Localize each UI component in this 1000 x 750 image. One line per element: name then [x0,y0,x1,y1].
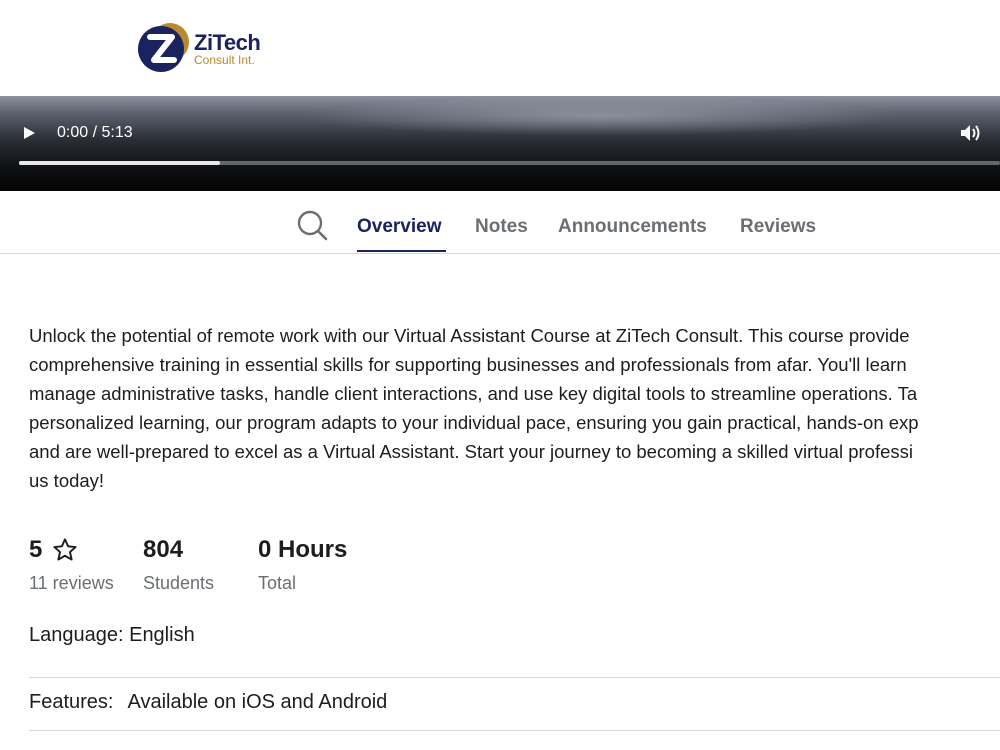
time-display: 0:00 / 5:13 [57,124,133,141]
course-description: Unlock the potential of remote work with… [29,321,1000,495]
hours-stat: 0 Hours Total [258,536,347,594]
features-label: Features: [29,691,114,713]
description-line: and are well-prepared to excel as a Virt… [29,441,913,462]
volume-icon[interactable] [960,124,982,142]
tab-overview[interactable]: Overview [357,216,442,238]
active-tab-indicator [357,250,446,252]
description-line: Unlock the potential of remote work with… [29,325,910,346]
section-divider [29,677,1000,678]
star-outline-icon [53,538,77,561]
video-player[interactable] [0,96,1000,191]
description-line: comprehensive training in essential skil… [29,354,907,375]
video-progress-bar[interactable] [19,161,1000,165]
site-header: ZiTech Consult Int. [0,0,1000,96]
reviews-link[interactable]: 11 reviews [29,573,114,594]
tab-reviews[interactable]: Reviews [740,216,816,238]
features-value: Available on iOS and Android [127,691,388,713]
hours-label: Total [258,573,297,593]
description-line: manage administrative tasks, handle clie… [29,383,918,404]
description-line: personalized learning, our program adapt… [29,412,919,433]
course-features: Features: Available on iOS and Android [29,691,387,714]
play-icon[interactable] [22,126,36,140]
logo-mark-icon [138,23,189,72]
zitech-logo[interactable]: ZiTech Consult Int. [137,20,272,75]
video-frame [300,96,900,136]
tab-announcements[interactable]: Announcements [558,216,707,238]
students-stat: 804 Students [143,536,214,594]
course-language: Language: English [29,624,195,646]
brand-tagline: Consult Int. [194,53,255,67]
tab-notes[interactable]: Notes [475,216,528,238]
rating-value: 5 [29,536,43,563]
search-icon[interactable] [296,209,328,241]
rating-stat: 5 11 reviews [29,536,114,594]
hours-value: 0 Hours [258,536,348,563]
video-buffered-fill [19,161,221,165]
students-label: Students [143,573,215,593]
course-tabs: Overview Notes Announcements Reviews [0,191,1000,254]
description-line: us today! [29,470,105,491]
students-count: 804 [143,536,184,563]
section-divider [29,730,1000,731]
